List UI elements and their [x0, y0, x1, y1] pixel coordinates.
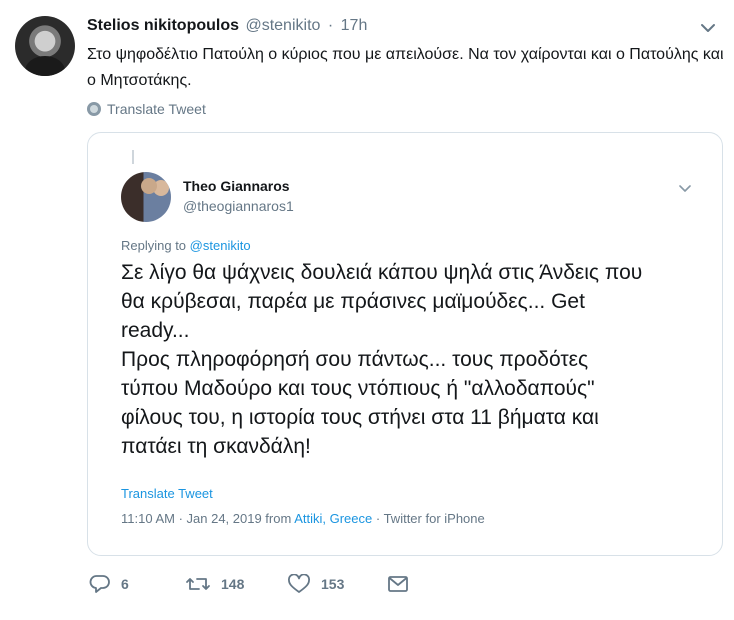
retweet-icon	[185, 574, 211, 594]
quoted-line: τύπου Μαδούρο και τους ντόπιους ή "αλλοδ…	[121, 377, 595, 400]
like-button[interactable]: 153	[287, 572, 344, 596]
quoted-line: θα κρύβεσαι, παρέα με πράσινες μαϊμούδες…	[121, 290, 585, 313]
quoted-meta-source: · Twitter for iPhone	[375, 511, 485, 526]
quoted-tweet-screenshot: Theo Giannaros @theogiannaros1 Replying …	[105, 150, 707, 540]
author-handle[interactable]: @stenikito	[245, 17, 320, 34]
quoted-meta: 11:10 AM · Jan 24, 2019 from Attiki, Gre…	[121, 511, 485, 526]
quoted-meta-location: Attiki, Greece	[294, 511, 373, 526]
thread-line	[132, 150, 134, 164]
message-icon	[387, 575, 409, 593]
reply-count: 6	[121, 576, 129, 592]
embedded-screenshot[interactable]: Theo Giannaros @theogiannaros1 Replying …	[87, 132, 723, 556]
quoted-avatar	[121, 172, 171, 222]
author-name[interactable]: Stelios nikitopoulos	[87, 17, 239, 34]
quoted-author-handle: @theogiannaros1	[183, 198, 294, 214]
quoted-line: Προς πληροφόρησή σου πάντως... τους προδ…	[121, 348, 589, 371]
translate-label: Translate Tweet	[107, 101, 206, 117]
quoted-tweet-text: Σε λίγο θα ψάχνεις δουλειά κάπου ψηλά στ…	[121, 258, 701, 461]
quoted-line: ready...	[121, 319, 190, 342]
reply-button[interactable]: 6	[89, 572, 129, 596]
replying-prefix: Replying to	[121, 238, 187, 253]
translate-tweet-link[interactable]: Translate Tweet	[87, 101, 206, 117]
replying-to: Replying to @stenikito	[121, 238, 251, 253]
quoted-author-name: Theo Giannaros	[183, 178, 290, 194]
tweet-header: Stelios nikitopoulos @stenikito · 17h	[87, 17, 367, 35]
retweet-count: 148	[221, 576, 245, 592]
replying-handle: @stenikito	[189, 238, 251, 253]
quoted-translate-label: Translate Tweet	[121, 486, 213, 501]
reply-icon	[89, 574, 111, 594]
header-separator: ·	[327, 17, 334, 34]
quoted-line: πατάει τη σκανδάλη!	[121, 435, 311, 458]
retweet-button[interactable]: 148	[185, 572, 244, 596]
chevron-down-icon[interactable]	[700, 22, 716, 34]
quoted-line: φίλους του, η ιστορία τους στήνει στα 11…	[121, 406, 599, 429]
like-count: 153	[321, 576, 345, 592]
globe-icon	[87, 102, 101, 116]
direct-message-button[interactable]	[387, 572, 409, 596]
author-avatar[interactable]	[15, 16, 75, 76]
tweet-actions: 6 148 153	[87, 572, 487, 596]
quoted-chevron-down-icon	[679, 180, 691, 192]
quoted-line: Σε λίγο θα ψάχνεις δουλειά κάπου ψηλά στ…	[121, 261, 643, 284]
tweet-time[interactable]: 17h	[341, 17, 368, 34]
like-icon	[287, 574, 311, 594]
quoted-meta-time: 11:10 AM · Jan 24, 2019 from	[121, 511, 292, 526]
tweet-text: Στο ψηφοδέλτιο Πατούλη ο κύριος που με α…	[87, 46, 724, 89]
